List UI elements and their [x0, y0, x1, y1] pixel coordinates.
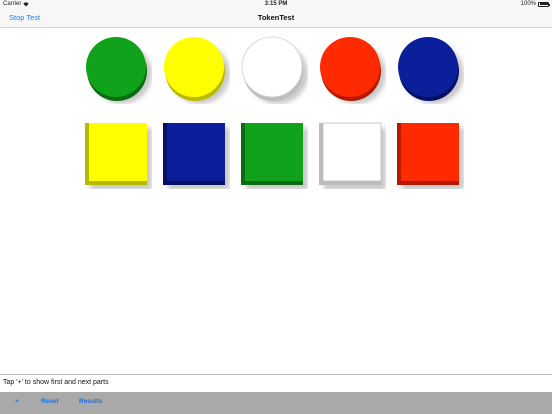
bottom-toolbar: + Reset Results: [0, 392, 552, 414]
instruction-bar: Tap '+' to show first and next parts: [0, 374, 552, 392]
token-circle-blue[interactable]: [396, 36, 464, 104]
navigation-bar: Stop Test TokenTest: [0, 10, 552, 28]
status-bar: Carrier 3:15 PM 100%: [0, 0, 552, 10]
instruction-text: Tap '+' to show first and next parts: [3, 379, 109, 386]
results-button[interactable]: Results: [79, 398, 102, 405]
battery-icon: [538, 1, 550, 7]
status-right: 100%: [520, 1, 550, 7]
token-circle-green[interactable]: [84, 36, 152, 104]
token-circle-yellow[interactable]: [162, 36, 230, 104]
battery-percent: 100%: [520, 1, 536, 7]
battery-fill: [539, 3, 548, 5]
token-square-white[interactable]: [318, 121, 386, 189]
page-title: TokenTest: [257, 13, 295, 22]
token-circle-red[interactable]: [318, 36, 386, 104]
token-board: [0, 28, 552, 373]
plus-button[interactable]: +: [15, 398, 19, 405]
token-square-green[interactable]: [240, 121, 308, 189]
token-square-red[interactable]: [396, 121, 464, 189]
token-circle-white[interactable]: [240, 36, 308, 104]
token-square-yellow[interactable]: [84, 121, 152, 189]
status-time: 3:15 PM: [264, 1, 288, 7]
reset-button[interactable]: Reset: [41, 398, 59, 405]
token-square-blue[interactable]: [162, 121, 230, 189]
